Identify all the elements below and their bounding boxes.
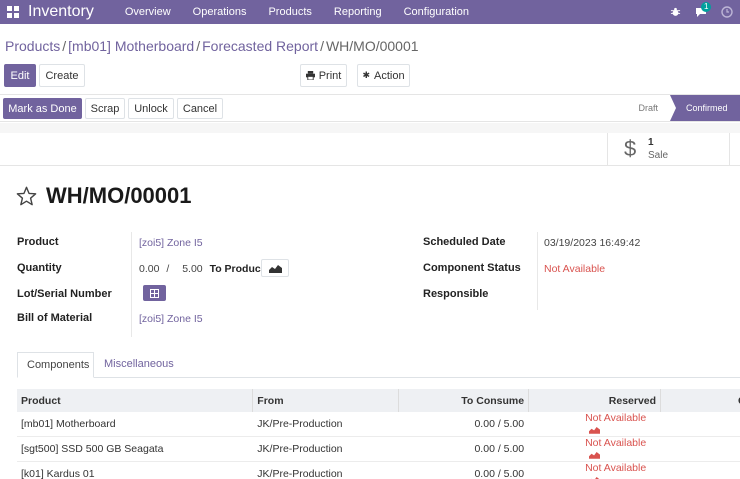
row-reserved: Not Available [585,462,647,474]
record-title: WH/MO/00001 [46,183,192,208]
tab-miscellaneous[interactable]: Miscellaneous [95,352,183,378]
action-label: Action [373,69,405,82]
top-navbar: Inventory Overview Operations Products R… [0,0,740,24]
lot-add-icon [150,288,159,298]
qty-sep: / [166,263,170,275]
smart-buttons-row: $ 1 Sale [0,133,740,166]
breadcrumb: Products / [mb01] Motherboard / Forecasted R… [5,38,419,54]
row-from: JK/Pre-Production [252,412,399,437]
menu-reporting[interactable]: Reporting [323,0,393,24]
create-button[interactable]: Create [39,64,85,87]
breadcrumb-products[interactable]: Products [5,38,60,54]
forecast-chart-icon [268,264,282,273]
quantity-label: Quantity [17,262,62,274]
dollar-icon: $ [624,136,637,161]
table-row[interactable]: [mb01] Motherboard JK/Pre-Production 0.0… [17,412,740,437]
chat-badge: 1 [701,2,712,12]
bom-label: Bill of Material [17,312,93,324]
chat-icon[interactable]: 1 [688,0,714,24]
apps-grid-icon[interactable] [3,0,23,24]
menu-products[interactable]: Products [257,0,322,24]
menu-operations[interactable]: Operations [182,0,258,24]
lot-add-button[interactable] [143,285,166,301]
stage-confirmed[interactable]: Confirmed [670,95,740,121]
clock-icon[interactable] [714,0,740,24]
sale-label: Sale [648,150,669,161]
row-product: [mb01] Motherboard [17,412,253,437]
qty-total: 5.00 [182,263,203,275]
quantity-field: 0.00 / 5.00 To Produce [139,263,267,275]
sheet-background [0,123,740,133]
stage-pipeline: Draft Confirmed [626,95,740,121]
row-consumed [660,461,740,479]
bug-icon[interactable] [662,0,688,24]
row-to-consume: 0.00 / 5.00 [398,461,529,479]
row-consumed [660,412,740,437]
forecast-chart-icon[interactable] [589,451,601,460]
status-bar: Mark as Done Scrap Unlock Cancel Draft C… [0,94,740,122]
menu-overview[interactable]: Overview [114,0,182,24]
forecast-chart-button[interactable] [261,259,289,277]
breadcrumb-current: WH/MO/00001 [325,38,419,54]
col-from[interactable]: From [252,389,400,412]
forecast-chart-icon[interactable] [589,426,601,435]
row-reserved-cell: Not Available [528,412,661,437]
col-to-consume[interactable]: To Consume [398,389,530,412]
cancel-button[interactable]: Cancel [177,98,223,119]
sale-count: 1 [648,137,654,148]
field-separator [131,232,132,337]
row-reserved: Not Available [585,412,647,424]
component-status-label: Component Status [423,262,521,274]
component-status-value: Not Available [544,263,606,275]
tab-components[interactable]: Components [17,352,94,378]
sale-smart-button[interactable]: $ 1 Sale [607,133,730,165]
breadcrumb-separator: / [320,38,324,54]
scheduled-date-value[interactable]: 03/19/2023 16:49:42 [544,237,640,249]
qty-done: 0.00 [139,263,160,275]
table-row[interactable]: [k01] Kardus 01 JK/Pre-Production 0.00 /… [17,461,740,479]
stage-draft[interactable]: Draft [626,95,670,121]
menu-configuration[interactable]: Configuration [393,0,480,24]
scrap-button[interactable]: Scrap [85,98,125,119]
row-reserved-cell: Not Available [528,436,661,462]
product-value[interactable]: [zoi5] Zone I5 [139,237,203,249]
star-icon[interactable] [16,186,37,206]
row-reserved: Not Available [585,437,647,449]
row-from: JK/Pre-Production [252,436,399,462]
app-brand[interactable]: Inventory [28,3,94,21]
print-label: Print [318,69,342,82]
row-reserved-cell: Not Available [528,461,661,479]
row-to-consume: 0.00 / 5.00 [398,412,529,437]
print-button[interactable]: Print [300,64,347,87]
edit-button[interactable]: Edit [4,64,36,87]
breadcrumb-motherboard[interactable]: [mb01] Motherboard [68,38,194,54]
components-table: Product From To Consume Reserved Co [mb0… [17,389,740,479]
row-product: [k01] Kardus 01 [17,461,253,479]
row-product: [sgt500] SSD 500 GB Seagata [17,436,253,462]
responsible-label: Responsible [423,288,489,300]
gear-icon: ✱ [362,70,370,80]
col-consumed[interactable]: Co [660,389,740,412]
table-header-row: Product From To Consume Reserved Co [17,389,740,412]
breadcrumb-forecasted-report[interactable]: Forecasted Report [202,38,318,54]
scheduled-date-label: Scheduled Date [423,236,506,248]
col-reserved[interactable]: Reserved [528,389,662,412]
to-produce-label: To Produce [209,263,267,275]
breadcrumb-separator: / [196,38,201,54]
print-icon [305,71,315,80]
mark-as-done-button[interactable]: Mark as Done [3,98,82,119]
unlock-button[interactable]: Unlock [128,98,174,119]
lot-label: Lot/Serial Number [17,288,112,300]
action-button[interactable]: ✱ Action [357,64,410,87]
breadcrumb-separator: / [62,38,67,54]
row-consumed [660,436,740,462]
row-from: JK/Pre-Production [252,461,399,479]
table-row[interactable]: [sgt500] SSD 500 GB Seagata JK/Pre-Produ… [17,436,740,462]
field-separator [537,232,538,310]
bom-value[interactable]: [zoi5] Zone I5 [139,313,203,325]
col-product[interactable]: Product [17,389,254,412]
product-label: Product [17,236,59,248]
row-to-consume: 0.00 / 5.00 [398,436,529,462]
